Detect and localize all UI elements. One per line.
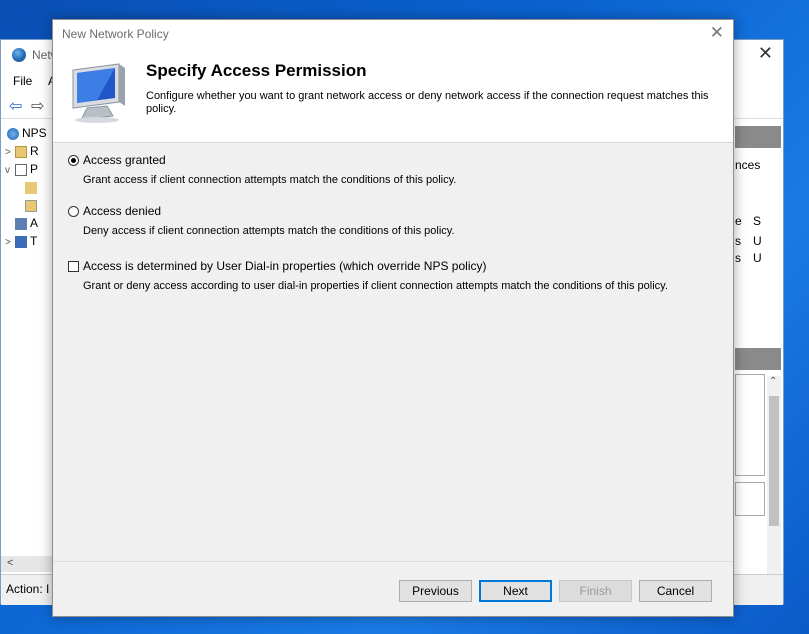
scrollbar-thumb[interactable] bbox=[769, 396, 779, 526]
scroll-left-icon[interactable]: < bbox=[7, 557, 13, 569]
cancel-button[interactable]: Cancel bbox=[639, 580, 712, 602]
tree-item-sub2[interactable] bbox=[25, 198, 40, 214]
close-icon[interactable]: ✕ bbox=[710, 23, 724, 43]
dialog-title: New Network Policy bbox=[62, 27, 169, 41]
wizard-header: Specify Access Permission Configure whet… bbox=[53, 48, 733, 143]
details-text: nces bbox=[735, 158, 761, 172]
folder-icon bbox=[15, 145, 27, 158]
details-list bbox=[735, 482, 765, 516]
column-header[interactable]: e bbox=[735, 214, 742, 228]
scroll-up-icon[interactable]: ⌃ bbox=[769, 376, 777, 387]
dial-in-label[interactable]: Access is determined by User Dial-in pro… bbox=[83, 259, 486, 273]
details-list bbox=[735, 374, 765, 476]
access-granted-description: Grant access if client connection attemp… bbox=[83, 174, 457, 186]
globe-icon bbox=[12, 48, 26, 62]
table-cell: s bbox=[735, 234, 741, 248]
access-denied-radio-row[interactable]: Access denied bbox=[68, 204, 455, 218]
access-denied-description: Deny access if client connection attempt… bbox=[83, 225, 455, 237]
details-vertical-scrollbar[interactable]: ⌃ ⌄ bbox=[767, 376, 781, 586]
option-dial-in-properties: Access is determined by User Dial-in pro… bbox=[68, 259, 668, 292]
console-close-icon[interactable]: ✕ bbox=[758, 43, 773, 64]
templates-icon bbox=[15, 235, 27, 248]
accounting-icon bbox=[15, 217, 27, 230]
previous-button[interactable]: Previous bbox=[399, 580, 472, 602]
access-denied-radio[interactable] bbox=[68, 205, 79, 217]
tree-item-nps[interactable]: NPS bbox=[5, 126, 47, 142]
console-details-pane: nces e S s U s U ⌃ ⌄ bbox=[735, 120, 783, 586]
access-granted-radio-row[interactable]: Access granted bbox=[68, 153, 456, 167]
policy-icon bbox=[15, 163, 27, 176]
folder-icon bbox=[25, 199, 37, 212]
page-title: Specify Access Permission bbox=[146, 61, 367, 80]
status-text: Action: I bbox=[6, 582, 50, 596]
access-granted-radio[interactable] bbox=[68, 154, 79, 166]
wizard-footer: Previous Next Finish Cancel bbox=[53, 561, 733, 618]
folder-icon bbox=[25, 181, 37, 194]
table-cell: U bbox=[753, 234, 762, 248]
dial-in-description: Grant or deny access according to user d… bbox=[83, 280, 668, 292]
column-header[interactable]: S bbox=[753, 214, 761, 228]
page-description: Configure whether you want to grant netw… bbox=[146, 90, 709, 115]
menu-file[interactable]: File bbox=[13, 74, 32, 88]
back-arrow-icon[interactable]: ⇦ bbox=[9, 96, 22, 116]
access-denied-label[interactable]: Access denied bbox=[83, 204, 161, 218]
dial-in-checkbox-row[interactable]: Access is determined by User Dial-in pro… bbox=[68, 259, 668, 273]
tree-item-radius[interactable]: > R bbox=[5, 144, 39, 160]
footer-divider bbox=[53, 561, 733, 562]
next-button[interactable]: Next bbox=[479, 580, 552, 602]
dial-in-checkbox[interactable] bbox=[68, 260, 79, 272]
monitor-icon bbox=[72, 63, 125, 123]
tree-item-templates[interactable]: > T bbox=[5, 234, 37, 250]
forward-arrow-icon[interactable]: ⇨ bbox=[31, 96, 44, 116]
option-access-granted: Access granted Grant access if client co… bbox=[68, 153, 456, 186]
table-cell: U bbox=[753, 251, 762, 265]
access-granted-label[interactable]: Access granted bbox=[83, 153, 166, 167]
details-header-bar bbox=[735, 126, 781, 148]
table-cell: s bbox=[735, 251, 741, 265]
finish-button: Finish bbox=[559, 580, 632, 602]
tree-item-accounting[interactable]: A bbox=[5, 216, 38, 232]
globe-icon bbox=[7, 127, 19, 140]
tree-item-sub1[interactable] bbox=[25, 180, 40, 196]
dialog-titlebar: New Network Policy ✕ bbox=[53, 20, 733, 48]
wizard-body: Access granted Grant access if client co… bbox=[53, 143, 733, 561]
option-access-denied: Access denied Deny access if client conn… bbox=[68, 204, 455, 237]
tree-item-policies[interactable]: vP bbox=[5, 162, 38, 178]
details-header-bar bbox=[735, 348, 781, 370]
new-network-policy-dialog: New Network Policy ✕ Specify Access Perm… bbox=[52, 19, 734, 617]
